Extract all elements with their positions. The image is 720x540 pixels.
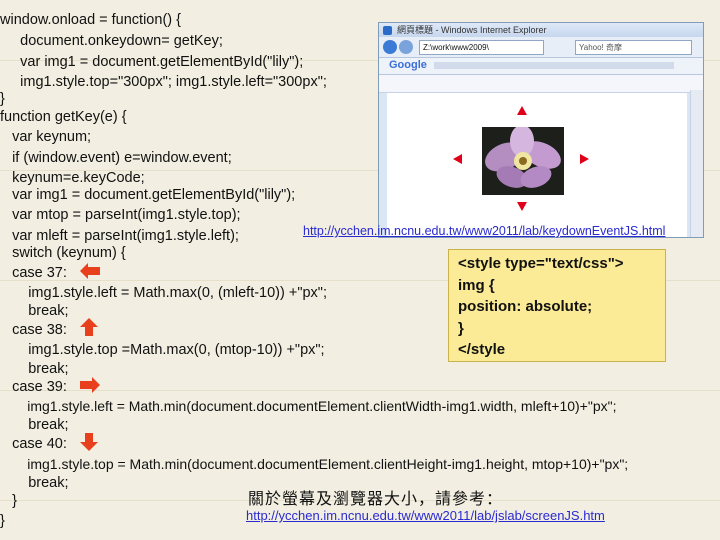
code-line: var mtop = parseInt(img1.style.top); xyxy=(0,207,241,223)
browser-scrollbar xyxy=(690,90,703,237)
code-line: } xyxy=(0,493,17,509)
toolbar-buttons xyxy=(434,62,674,69)
code-line: case 40: xyxy=(0,436,67,452)
browser-toolbar: Google xyxy=(379,58,703,75)
url-field: Z:\work\www2009\ xyxy=(419,40,544,55)
code-line: break; xyxy=(0,361,69,377)
browser-address-bar: Z:\work\www2009\ Yahoo! 奇摩 xyxy=(379,37,703,58)
up-triangle-icon xyxy=(517,106,527,115)
back-icon xyxy=(383,40,397,54)
css-style-box: <style type="text/css"> img { position: … xyxy=(448,249,666,362)
arrow-down-icon xyxy=(80,433,98,451)
lily-image xyxy=(482,127,564,195)
code-line: window.onload = function() { xyxy=(0,12,181,28)
search-field: Yahoo! 奇摩 xyxy=(575,40,692,55)
code-line: img1.style.top =Math.max(0, (mtop-10)) +… xyxy=(0,342,325,358)
code-line: case 39: xyxy=(0,379,67,395)
google-toolbar-logo: Google xyxy=(389,59,427,71)
code-line: if (window.event) e=window.event; xyxy=(0,150,232,166)
css-line: } xyxy=(458,319,464,337)
browser-title: 網頁標題 - Windows Internet Explorer xyxy=(397,25,547,35)
code-line: img1.style.top = Math.min(document.docum… xyxy=(0,456,629,472)
down-triangle-icon xyxy=(517,202,527,211)
code-line: img1.style.top="300px"; img1.style.left=… xyxy=(0,74,327,90)
code-line: keynum=e.keyCode; xyxy=(0,170,145,186)
browser-favorites-bar xyxy=(379,75,703,93)
code-line: switch (keynum) { xyxy=(0,245,126,261)
code-line: break; xyxy=(0,475,69,491)
forward-icon xyxy=(399,40,413,54)
code-line: case 37: xyxy=(0,265,67,281)
code-line: var keynum; xyxy=(0,129,92,145)
code-line: break; xyxy=(0,417,69,433)
screen-size-link[interactable]: http://ycchen.im.ncnu.edu.tw/www2011/lab… xyxy=(246,508,605,523)
left-triangle-icon xyxy=(453,154,462,164)
code-line: } xyxy=(0,91,5,107)
code-line: var img1 = document.getElementById("lily… xyxy=(0,187,296,203)
right-triangle-icon xyxy=(580,154,589,164)
arrow-up-icon xyxy=(80,318,98,336)
code-line: function getKey(e) { xyxy=(0,109,127,125)
arrow-left-icon xyxy=(80,263,100,279)
code-line: break; xyxy=(0,303,69,319)
code-line: var mleft = parseInt(img1.style.left); xyxy=(0,228,239,244)
browser-title-bar: 網頁標題 - Windows Internet Explorer xyxy=(379,23,703,37)
code-line: } xyxy=(0,513,5,529)
code-line: document.onkeydown= getKey; xyxy=(0,33,223,49)
css-line: <style type="text/css"> xyxy=(458,255,624,272)
ie-logo-icon xyxy=(383,26,392,35)
code-line: var img1 = document.getElementById("lily… xyxy=(0,54,304,70)
css-line: img { xyxy=(458,276,495,294)
demo-link[interactable]: http://ycchen.im.ncnu.edu.tw/www2011/lab… xyxy=(303,224,665,238)
css-line: </style xyxy=(458,341,506,358)
arrow-right-icon xyxy=(80,377,100,393)
css-line: position: absolute; xyxy=(458,298,593,315)
reference-note: 關於螢幕及瀏覽器大小，請參考： xyxy=(248,491,504,508)
code-line: img1.style.left = Math.min(document.docu… xyxy=(0,398,617,414)
code-line: img1.style.left = Math.max(0, (mleft-10)… xyxy=(0,285,327,301)
code-line: case 38: xyxy=(0,322,67,338)
